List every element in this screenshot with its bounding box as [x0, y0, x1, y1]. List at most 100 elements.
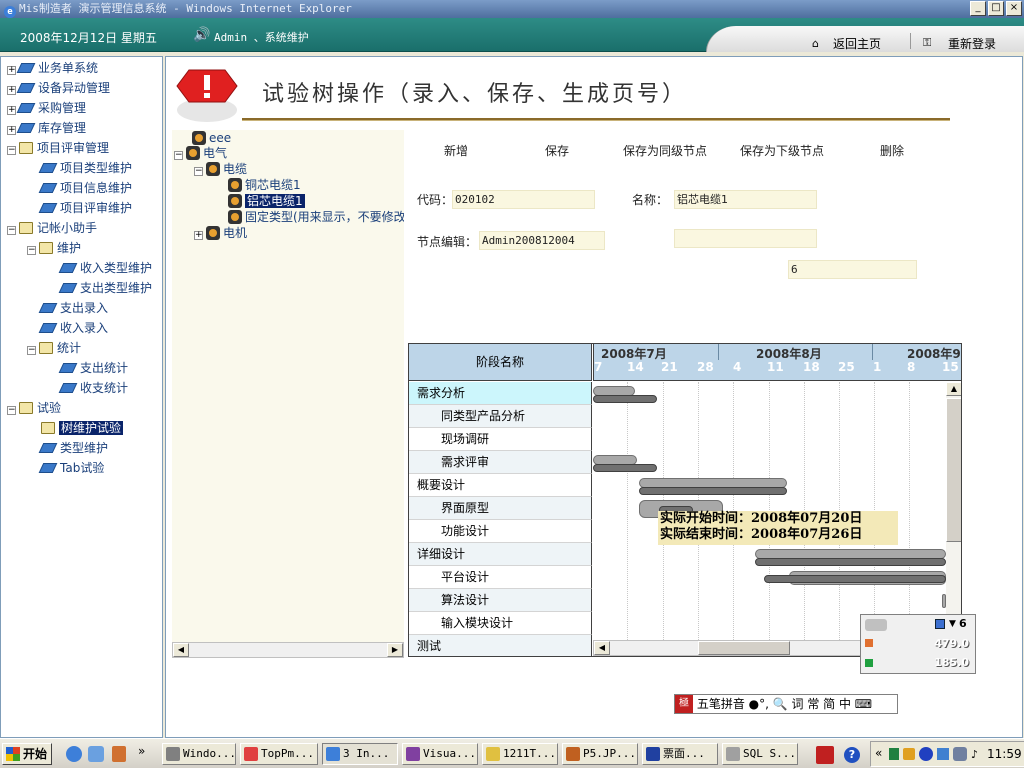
relogin-link[interactable]: 重新登录 — [948, 35, 996, 52]
maximize-button[interactable]: □ — [988, 1, 1004, 16]
nav-item-project-review-maint[interactable]: 项目评审维护 — [38, 198, 132, 218]
tree-node-motor[interactable]: + 电机 — [194, 225, 247, 242]
gantt-row[interactable]: 输入模块设计 — [409, 612, 592, 635]
volume-icon[interactable]: ♪ — [971, 748, 978, 761]
scroll-thumb[interactable] — [946, 398, 961, 542]
tray-icon[interactable] — [919, 747, 933, 761]
scroll-left-icon[interactable]: ◀ — [173, 643, 189, 657]
nav-item-project-review[interactable]: − 项目评审管理 — [7, 138, 109, 158]
editor-input[interactable]: Admin200812004 — [479, 231, 605, 250]
taskbar-button[interactable]: Visua... — [402, 743, 478, 765]
taskbar-button-active[interactable]: 3 In... — [322, 743, 398, 765]
blank-input[interactable] — [674, 229, 817, 248]
tree-node-electric[interactable]: − 电气 — [174, 145, 227, 162]
nav-item-tree-test[interactable]: 树维护试验 — [41, 418, 124, 438]
help-icon[interactable]: ? — [844, 747, 860, 763]
nav-item-equipment[interactable]: + 设备异动管理 — [7, 78, 110, 98]
gantt-bar-actual[interactable] — [755, 558, 946, 566]
taskbar-button[interactable]: P5.JP... — [562, 743, 638, 765]
more-quicklaunch-icon[interactable]: » — [138, 744, 145, 758]
expand-icon[interactable]: + — [7, 106, 16, 115]
ime-tray-icon[interactable] — [816, 746, 834, 764]
save-button[interactable]: 保存 — [545, 142, 569, 159]
floating-status-panel[interactable]: ▼ 6 479.0 185.0 — [860, 614, 976, 674]
app-quicklaunch-icon[interactable] — [112, 746, 126, 762]
tray-expand-icon[interactable]: « — [875, 746, 882, 760]
nav-item-type-maint[interactable]: 类型维护 — [38, 438, 108, 458]
gantt-bar-actual[interactable] — [639, 487, 787, 495]
close-button[interactable]: × — [1006, 1, 1022, 16]
collapse-icon[interactable]: − — [174, 151, 183, 160]
gantt-bar-actual[interactable] — [593, 395, 657, 403]
window-titlebar[interactable]: e Mis制造者 演示管理信息系统 - Windows Internet Expl… — [0, 0, 1024, 18]
gantt-row[interactable]: 同类型产品分析 — [409, 405, 592, 428]
tray-icon[interactable] — [889, 748, 899, 760]
gantt-row[interactable]: 详细设计 — [409, 543, 592, 566]
taskbar-button[interactable]: Windo... — [162, 743, 236, 765]
gantt-row[interactable]: 平台设计 — [409, 566, 592, 589]
expand-icon[interactable]: + — [7, 126, 16, 135]
nav-item-purchase[interactable]: + 采购管理 — [7, 98, 86, 118]
dropdown-icon[interactable]: ▼ — [949, 619, 956, 629]
taskbar-button[interactable]: SQL S... — [722, 743, 798, 765]
gantt-bar-actual[interactable] — [764, 575, 946, 583]
scroll-thumb[interactable] — [698, 641, 790, 655]
home-link[interactable]: 返回主页 — [833, 35, 881, 52]
collapse-icon[interactable]: − — [27, 246, 36, 255]
tray-clock[interactable]: 11:59 — [987, 747, 1022, 761]
nav-item-expense-stats[interactable]: 支出统计 — [58, 358, 128, 378]
gantt-row[interactable]: 测试 — [409, 635, 592, 656]
gantt-bar-actual[interactable] — [593, 464, 657, 472]
ime-mode[interactable]: 五笔拼音 — [697, 697, 745, 711]
toggle-icon[interactable] — [865, 619, 887, 631]
code-input[interactable]: 020102 — [452, 190, 595, 209]
nav-item-income-entry[interactable]: 收入录入 — [38, 318, 108, 338]
tray-icon[interactable] — [937, 748, 949, 760]
desktop-quicklaunch-icon[interactable] — [88, 746, 104, 762]
start-button[interactable]: 开始 — [2, 743, 52, 765]
gantt-row[interactable]: 算法设计 — [409, 589, 592, 612]
collapse-icon[interactable]: − — [7, 226, 16, 235]
tree-node-aluminium-cable[interactable]: 铝芯电缆1 — [228, 193, 305, 210]
nav-item-experiment[interactable]: − 试验 — [7, 398, 61, 418]
nav-item-expense-type[interactable]: 支出类型维护 — [58, 278, 152, 298]
ime-toolbar[interactable]: 極 五笔拼音 ●°, 🔍 词 常 简 中 ⌨ — [674, 694, 898, 714]
scroll-right-icon[interactable]: ▶ — [387, 643, 403, 657]
tree-node-cable[interactable]: − 电缆 — [194, 161, 247, 178]
expand-icon[interactable]: + — [7, 86, 16, 95]
nav-item-expense-entry[interactable]: 支出录入 — [38, 298, 108, 318]
tray-icon[interactable] — [903, 748, 915, 760]
ie-quicklaunch-icon[interactable] — [66, 746, 82, 762]
gantt-row[interactable]: 现场调研 — [409, 428, 592, 451]
nav-item-project-info[interactable]: 项目信息维护 — [38, 178, 132, 198]
gantt-vscrollbar[interactable]: ▲ — [946, 382, 961, 640]
nav-item-maintain[interactable]: − 维护 — [27, 238, 81, 258]
nav-item-business[interactable]: + 业务单系统 — [7, 58, 98, 78]
tree-hscrollbar[interactable]: ◀ ▶ — [172, 642, 404, 658]
expand-icon[interactable]: + — [7, 66, 16, 75]
collapse-icon[interactable]: − — [27, 346, 36, 355]
delete-button[interactable]: 删除 — [880, 142, 904, 159]
gantt-row[interactable]: 需求分析 — [409, 382, 592, 405]
tree-node-copper-cable[interactable]: 铜芯电缆1 — [228, 177, 301, 194]
collapse-icon[interactable]: − — [7, 406, 16, 415]
name-input[interactable]: 铝芯电缆1 — [674, 190, 817, 209]
expand-icon[interactable]: + — [194, 231, 203, 240]
minimize-button[interactable]: _ — [970, 1, 986, 16]
gantt-row[interactable]: 功能设计 — [409, 520, 592, 543]
gantt-row[interactable]: 概要设计 — [409, 474, 592, 497]
new-button[interactable]: 新增 — [444, 142, 468, 159]
save-child-button[interactable]: 保存为下级节点 — [740, 142, 824, 159]
save-sibling-button[interactable]: 保存为同级节点 — [623, 142, 707, 159]
ime-extras[interactable]: ●°, 🔍 词 常 简 中 ⌨ — [749, 697, 872, 711]
collapse-icon[interactable]: − — [7, 146, 16, 155]
nav-item-project-type[interactable]: 项目类型维护 — [38, 158, 132, 178]
ime-logo-icon[interactable]: 極 — [675, 695, 693, 713]
nav-item-statistics[interactable]: − 统计 — [27, 338, 81, 358]
taskbar-button[interactable]: 1211T... — [482, 743, 558, 765]
collapse-icon[interactable]: − — [194, 167, 203, 176]
nav-item-balance-stats[interactable]: 收支统计 — [58, 378, 128, 398]
scroll-left-icon[interactable]: ◀ — [594, 641, 610, 655]
nav-item-tab-test[interactable]: Tab试验 — [38, 458, 104, 478]
tray-icon[interactable] — [953, 747, 967, 761]
